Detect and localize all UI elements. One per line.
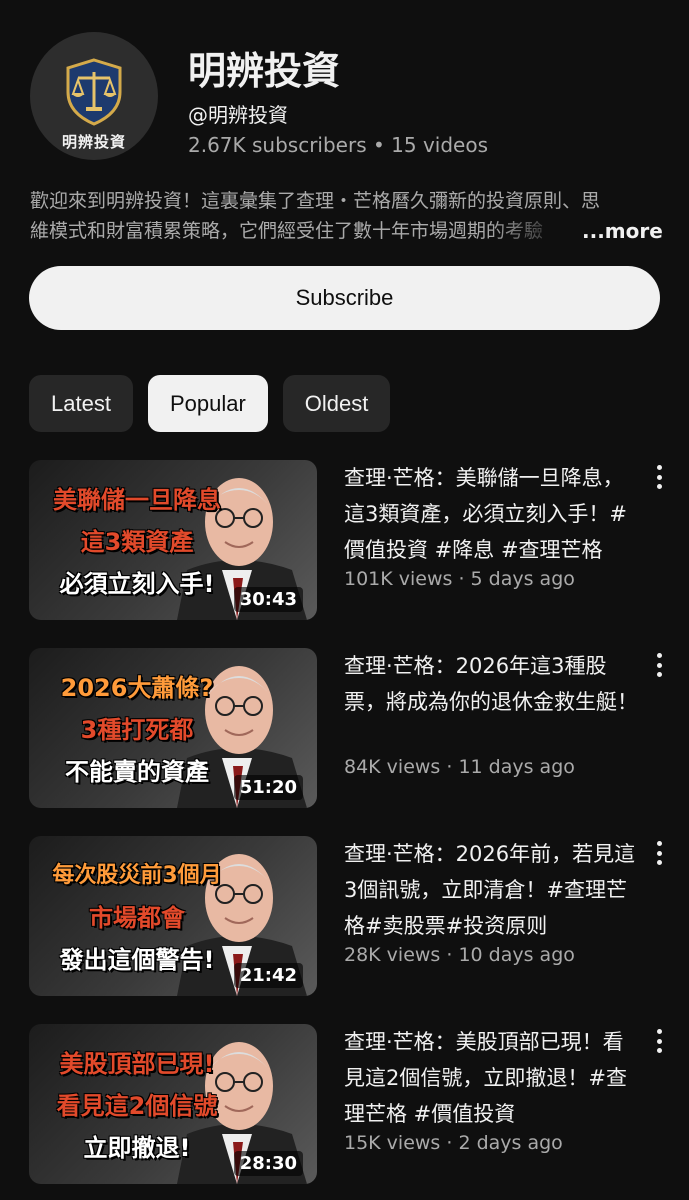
video-title[interactable]: 查理·芒格：2026年前，若見這3個訊號，立即清倉！#查理芒格#卖股票#投资原则 [344,836,639,944]
video-thumbnail[interactable]: 每次股災前3個月 市場都會 發出這個警告! 21:42 [29,836,317,996]
video-title[interactable]: 查理·芒格：美股頂部已現！看見這2個信號，立即撤退！#查理芒格 #價值投資 [344,1024,639,1132]
sort-chips: Latest Popular Oldest [29,375,391,432]
description-more-link[interactable]: ...more [582,216,663,246]
video-duration: 51:20 [233,775,303,800]
video-thumbnail[interactable]: 2026大蕭條? 3種打死都 不能賣的資產 51:20 [29,648,317,808]
more-vert-icon[interactable] [651,462,667,492]
video-duration: 28:30 [233,1151,303,1176]
description-line: 維模式和財富積累策略，它們經受住了數十年市場週期的考驗 [30,220,544,242]
channel-avatar[interactable]: 明辨投資 [30,32,158,160]
channel-handle: @明辨投資 [188,103,288,127]
video-meta: 101K views · 5 days ago [344,568,575,590]
thumbnail-caption: 美聯儲一旦降息 [53,486,221,514]
thumbnail-caption: 每次股災前3個月 [52,863,222,888]
thumbnail-caption: 看見這2個信號 [56,1092,218,1120]
thumbnail-caption: 市場都會 [89,904,185,932]
chip-popular[interactable]: Popular [147,375,268,432]
chip-oldest[interactable]: Oldest [282,375,391,432]
video-item[interactable]: 美聯儲一旦降息 這3類資產 必須立刻入手! 30:43 查理·芒格：美聯儲一旦降… [29,460,669,620]
thumbnail-caption: 發出這個警告! [59,946,215,974]
video-duration: 30:43 [233,587,303,612]
channel-page: 明辨投資 明辨投資 @明辨投資 2.67K subscribers • 15 v… [0,0,689,1200]
channel-name: 明辨投資 [188,49,341,93]
video-meta: 84K views · 11 days ago [344,756,575,778]
thumbnail-caption: 這3類資產 [80,528,194,556]
thumbnail-caption: 必須立刻入手! [59,570,215,598]
description-line: 歡迎來到明辨投資！這裏彙集了查理・芒格曆久彌新的投資原則、思 [30,190,601,212]
meta-separator: • [366,133,392,157]
video-duration: 21:42 [233,963,303,988]
more-vert-icon[interactable] [651,1026,667,1056]
channel-description[interactable]: 歡迎來到明辨投資！這裏彙集了查理・芒格曆久彌新的投資原則、思 維模式和財富積累策… [30,186,663,246]
video-meta: 28K views · 10 days ago [344,944,575,966]
thumbnail-caption: 2026大蕭條? [60,674,214,702]
video-item[interactable]: 2026大蕭條? 3種打死都 不能賣的資產 51:20 查理·芒格：2026年這… [29,648,669,808]
chip-latest[interactable]: Latest [29,375,133,432]
more-vert-icon[interactable] [651,650,667,680]
video-item[interactable]: 美股頂部已現! 看見這2個信號 立即撤退! 28:30 查理·芒格：美股頂部已現… [29,1024,669,1184]
thumbnail-caption: 美股頂部已現! [59,1050,215,1078]
subscriber-count: 2.67K subscribers [188,133,367,157]
video-title[interactable]: 查理·芒格：美聯儲一旦降息，這3類資產，必須立刻入手！#價值投資 #降息 #查理… [344,460,639,568]
video-meta: 15K views · 2 days ago [344,1132,563,1154]
video-thumbnail[interactable]: 美股頂部已現! 看見這2個信號 立即撤退! 28:30 [29,1024,317,1184]
video-thumbnail[interactable]: 美聯儲一旦降息 這3類資產 必須立刻入手! 30:43 [29,460,317,620]
video-count: 15 videos [391,133,489,157]
thumbnail-caption: 立即撤退! [83,1134,191,1162]
avatar-label: 明辨投資 [61,133,126,151]
subscribe-button[interactable]: Subscribe [29,266,660,330]
scales-of-justice-shield-icon [66,58,122,126]
video-title[interactable]: 查理·芒格：2026年這3種股票，將成為你的退休金救生艇！ [344,648,639,720]
thumbnail-caption: 不能賣的資產 [65,758,209,786]
video-item[interactable]: 每次股災前3個月 市場都會 發出這個警告! 21:42 查理·芒格：2026年前… [29,836,669,996]
more-vert-icon[interactable] [651,838,667,868]
thumbnail-caption: 3種打死都 [80,716,194,744]
channel-stats: 2.67K subscribers • 15 videos [188,133,488,157]
